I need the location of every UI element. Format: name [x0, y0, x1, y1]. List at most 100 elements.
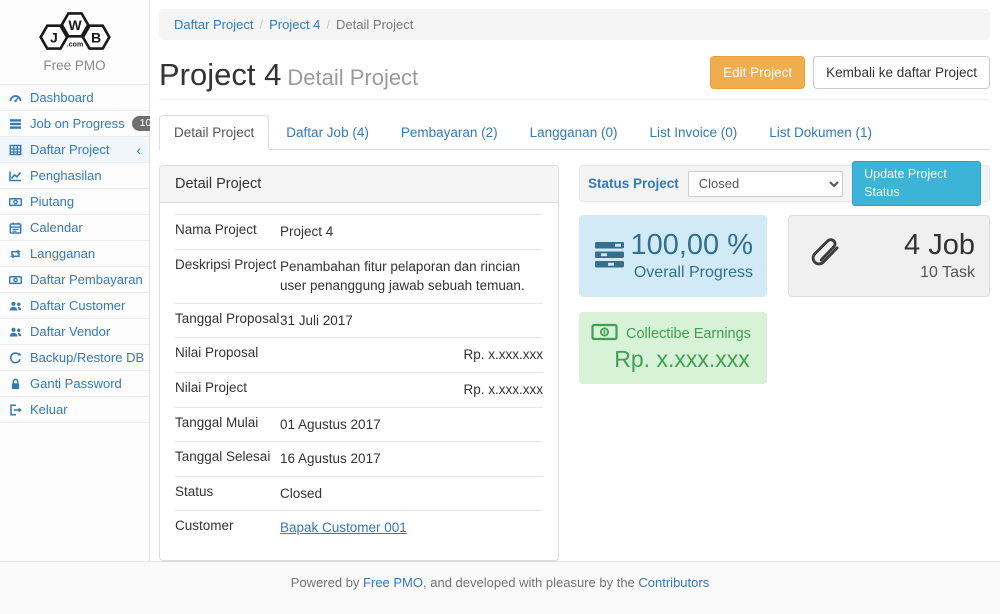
- calendar-icon: [8, 221, 23, 235]
- detail-row-tanggal-mulai: Tanggal Mulai 01 Agustus 2017: [175, 407, 543, 442]
- tab-content: Detail Project Nama Project Project 4 De…: [159, 165, 990, 561]
- users-icon: [8, 325, 23, 339]
- retweet-icon: [8, 247, 23, 261]
- jwb-logo-icon: J W B .com: [31, 8, 119, 54]
- detail-row-tanggal-selesai: Tanggal Selesai 16 Agustus 2017: [175, 441, 543, 476]
- detail-row-nama-project: Nama Project Project 4: [175, 214, 543, 249]
- app-name: Free PMO: [0, 54, 149, 82]
- sign-out-icon: [8, 403, 23, 417]
- paperclip-icon: [803, 233, 847, 280]
- sidebar-item-daftar-vendor[interactable]: Daftar Vendor: [0, 318, 149, 344]
- customer-link[interactable]: Bapak Customer 001: [280, 520, 407, 535]
- sidebar-item-label: Penghasilan: [30, 168, 102, 183]
- sidebar-item-penghasilan[interactable]: Penghasilan: [0, 162, 149, 188]
- footer: Powered by Free PMO, and developed with …: [0, 561, 1000, 614]
- sidebar-item-keluar[interactable]: Keluar: [0, 396, 149, 423]
- users-icon: [8, 299, 23, 313]
- footer-text-middle: , and developed with pleasure by the: [423, 575, 638, 590]
- table-icon: [8, 143, 23, 157]
- refresh-icon: [8, 351, 23, 365]
- sidebar-item-label: Daftar Project: [30, 142, 109, 157]
- progress-label: Overall Progress: [627, 264, 753, 282]
- app-window: J W B .com Free PMO Dashboard Job on Pro…: [0, 0, 1000, 561]
- update-project-status-button[interactable]: Update Project Status: [852, 161, 981, 206]
- svg-text:B: B: [91, 29, 101, 45]
- summary-cards: 100,00 % Overall Progress 4 Job 10 T: [579, 215, 990, 297]
- sidebar-item-dashboard[interactable]: Dashboard: [0, 84, 149, 110]
- tasks-icon: [593, 240, 627, 273]
- sidebar-item-label: Daftar Customer: [30, 298, 125, 313]
- breadcrumb-separator: /: [253, 17, 269, 32]
- sidebar-item-label: Ganti Password: [30, 376, 122, 391]
- detail-row-deskripsi: Deskripsi Project Penambahan fitur pelap…: [175, 249, 543, 303]
- sidebar-item-label: Calendar: [30, 220, 83, 235]
- sidebar-item-label: Daftar Vendor: [30, 324, 110, 339]
- breadcrumb-current: Detail Project: [336, 17, 413, 32]
- page-subtitle: Detail Project: [287, 65, 418, 90]
- panel-body: Nama Project Project 4 Deskripsi Project…: [160, 203, 558, 560]
- sidebar-item-piutang[interactable]: Piutang: [0, 188, 149, 214]
- svg-text:W: W: [68, 17, 82, 33]
- free-pmo-link[interactable]: Free PMO: [363, 575, 423, 590]
- sidebar-item-calendar[interactable]: Calendar: [0, 214, 149, 240]
- dashboard-icon: [8, 91, 23, 105]
- detail-row-nilai-proposal: Nilai Proposal Rp. x.xxx.xxx: [175, 337, 543, 372]
- detail-row-nilai-project: Nilai Project Rp. x.xxx.xxx: [175, 372, 543, 407]
- collectible-earnings-card: Collectibe Earnings Rp. x.xxx.xxx: [579, 312, 767, 384]
- money-icon: [8, 273, 23, 287]
- earnings-label: Collectibe Earnings: [626, 326, 751, 342]
- jobs-value: 4 Job: [847, 230, 975, 262]
- breadcrumb: Daftar Project/Project 4/Detail Project: [159, 9, 990, 40]
- status-project-bar: Status Project Closed Update Project Sta…: [579, 165, 990, 202]
- header-buttons: Edit Project Kembali ke daftar Project: [710, 56, 990, 91]
- detail-row-tanggal-proposal: Tanggal Proposal 31 Juli 2017: [175, 303, 543, 338]
- sidebar-item-label: Keluar: [30, 402, 68, 417]
- status-project-select[interactable]: Closed: [688, 171, 843, 197]
- sidebar-item-backup-restore[interactable]: Backup/Restore DB: [0, 344, 149, 370]
- sidebar-item-langganan[interactable]: Langganan: [0, 240, 149, 266]
- panel-title: Detail Project: [160, 166, 558, 203]
- sidebar-item-label: Dashboard: [30, 90, 94, 105]
- progress-value: 100,00 %: [627, 230, 753, 262]
- project-name: Project 4: [159, 57, 281, 92]
- line-chart-icon: [8, 169, 23, 183]
- jobs-card-text: 4 Job 10 Task: [847, 230, 975, 282]
- money-icon: [8, 195, 23, 209]
- tab-daftar-job[interactable]: Daftar Job (4): [271, 115, 384, 150]
- tab-langganan[interactable]: Langganan (0): [515, 115, 633, 150]
- svg-text:J: J: [49, 29, 57, 45]
- main-content: Daftar Project/Project 4/Detail Project …: [150, 0, 1000, 561]
- sidebar-item-daftar-project[interactable]: Daftar Project ‹: [0, 136, 149, 162]
- tab-pembayaran[interactable]: Pembayaran (2): [386, 115, 513, 150]
- detail-row-customer: Customer Bapak Customer 001: [175, 510, 543, 545]
- breadcrumb-project-4[interactable]: Project 4: [269, 17, 320, 32]
- page-header: Project 4Detail Project Edit Project Kem…: [159, 56, 990, 100]
- tab-list-invoice[interactable]: List Invoice (0): [634, 115, 752, 150]
- overall-progress-card: 100,00 % Overall Progress: [579, 215, 767, 297]
- sidebar-menu: Dashboard Job on Progress 10 Daftar Proj…: [0, 84, 149, 423]
- summary-column: Status Project Closed Update Project Sta…: [579, 165, 990, 561]
- detail-row-status: Status Closed: [175, 476, 543, 511]
- sidebar-item-ganti-password[interactable]: Ganti Password: [0, 370, 149, 396]
- sidebar-item-daftar-pembayaran[interactable]: Daftar Pembayaran: [0, 266, 149, 292]
- detail-project-panel: Detail Project Nama Project Project 4 De…: [159, 165, 559, 561]
- tab-list-dokumen[interactable]: List Dokumen (1): [754, 115, 887, 150]
- jobs-card: 4 Job 10 Task: [788, 215, 990, 297]
- sidebar-item-job-on-progress[interactable]: Job on Progress 10: [0, 110, 149, 136]
- sidebar: J W B .com Free PMO Dashboard Job on Pro…: [0, 0, 150, 561]
- money-icon: [591, 323, 618, 345]
- page-title: Project 4Detail Project: [159, 59, 418, 92]
- lock-icon: [8, 377, 23, 391]
- brand-logo: J W B .com Free PMO: [0, 0, 149, 84]
- breadcrumb-daftar-project[interactable]: Daftar Project: [174, 17, 253, 32]
- earnings-header: Collectibe Earnings: [591, 323, 755, 345]
- sidebar-item-label: Piutang: [30, 194, 74, 209]
- svg-text:.com: .com: [66, 41, 82, 48]
- tab-detail-project[interactable]: Detail Project: [159, 115, 269, 150]
- back-to-list-button[interactable]: Kembali ke daftar Project: [813, 56, 990, 89]
- sidebar-item-daftar-customer[interactable]: Daftar Customer: [0, 292, 149, 318]
- sidebar-item-label: Langganan: [30, 246, 95, 261]
- contributors-link[interactable]: Contributors: [638, 575, 709, 590]
- tab-bar: Detail Project Daftar Job (4) Pembayaran…: [159, 115, 990, 150]
- edit-project-button[interactable]: Edit Project: [710, 56, 805, 89]
